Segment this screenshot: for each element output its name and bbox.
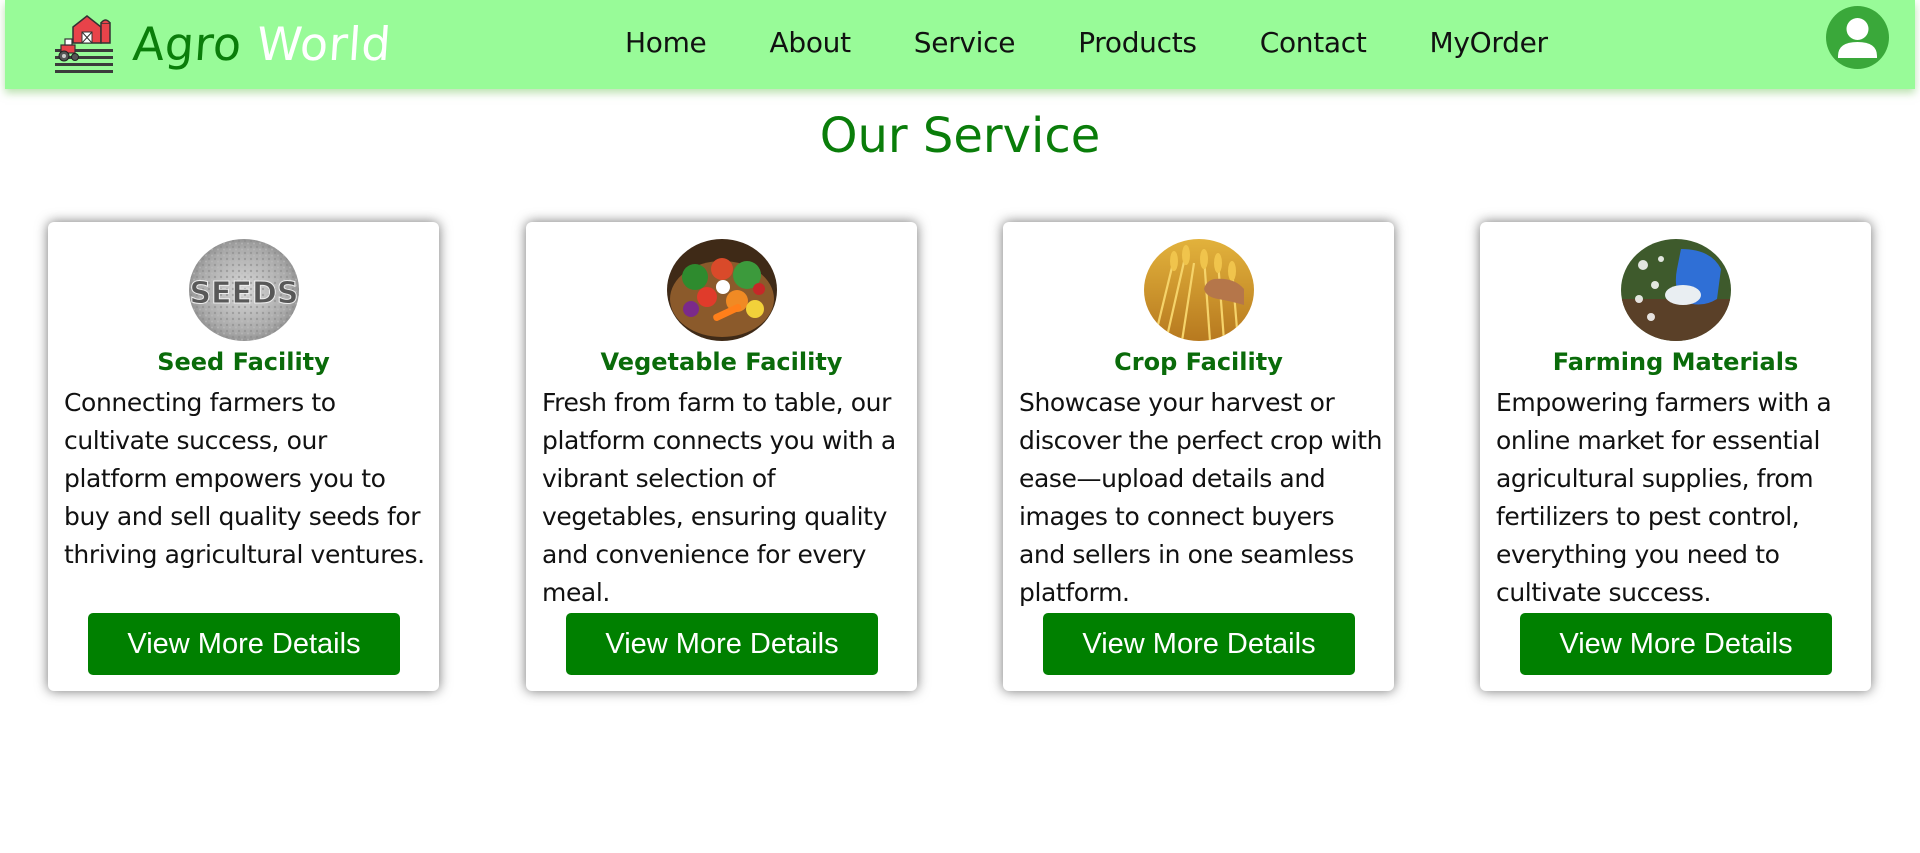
farm-barn-tractor-icon xyxy=(55,15,113,73)
card-title: Seed Facility xyxy=(157,348,330,376)
service-card-vegetable: Vegetable Facility Fresh from farm to ta… xyxy=(526,222,917,691)
nav-about-link[interactable]: About xyxy=(770,26,852,59)
service-card-farming-materials: Farming Materials Empowering farmers wit… xyxy=(1480,222,1871,691)
view-more-details-button[interactable]: View More Details xyxy=(566,613,878,675)
seeds-image: SEEDS xyxy=(189,239,299,341)
card-description: Showcase your harvest or discover the pe… xyxy=(1019,388,1383,607)
main-nav: Home About Service Products Contact MyOr… xyxy=(625,0,1548,84)
section-title: Our Service xyxy=(819,108,1101,164)
nav-myorder-link[interactable]: MyOrder xyxy=(1430,26,1549,59)
wheat-crop-image xyxy=(1144,239,1254,341)
brand-logo-link[interactable]: Agro World xyxy=(53,12,393,76)
nav-home-link[interactable]: Home xyxy=(625,26,707,59)
card-title: Farming Materials xyxy=(1552,348,1799,376)
nav-contact-link[interactable]: Contact xyxy=(1260,26,1367,59)
nav-products-link[interactable]: Products xyxy=(1078,26,1197,59)
top-navbar: Agro World Home About Service Products C… xyxy=(5,0,1915,89)
card-description: Empowering farmers with a online market … xyxy=(1496,388,1832,607)
nav-service-link[interactable]: Service xyxy=(914,26,1016,59)
view-more-details-button[interactable]: View More Details xyxy=(1520,613,1832,675)
view-more-details-button[interactable]: View More Details xyxy=(88,613,400,675)
service-card-crop: Crop Facility Showcase your harvest or d… xyxy=(1003,222,1394,691)
user-avatar-icon xyxy=(1838,18,1877,58)
card-title: Crop Facility xyxy=(1114,348,1283,376)
fertilizer-glove-image xyxy=(1621,239,1731,341)
user-avatar-button[interactable] xyxy=(1826,6,1889,69)
brand-name-agro: Agro xyxy=(131,17,244,71)
card-title: Vegetable Facility xyxy=(600,348,843,376)
brand-name-world: World xyxy=(254,17,394,71)
card-description: Fresh from farm to table, our platform c… xyxy=(542,388,896,607)
vegetables-basket-image xyxy=(667,239,777,341)
card-description: Connecting farmers to cultivate success,… xyxy=(64,388,425,569)
service-card-seed: SEEDS Seed Facility Connecting farmers t… xyxy=(48,222,439,691)
brand-name: Agro World xyxy=(131,17,393,71)
view-more-details-button[interactable]: View More Details xyxy=(1043,613,1355,675)
svg-text:SEEDS: SEEDS xyxy=(189,276,298,311)
